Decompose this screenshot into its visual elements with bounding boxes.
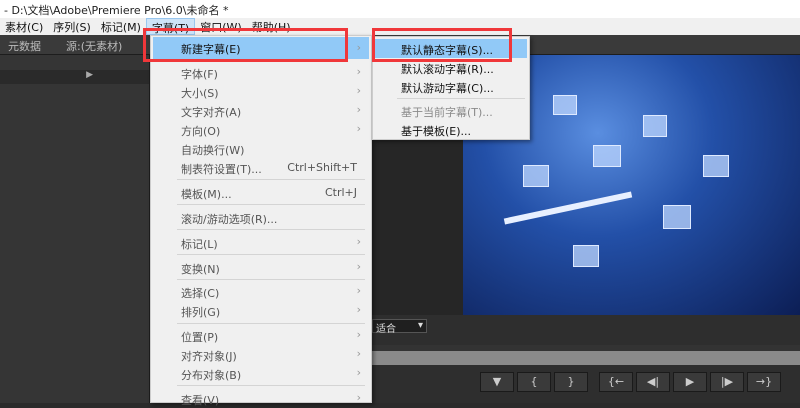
label: 滚动/游动选项(R)... (181, 213, 278, 226)
label: 大小(S) (181, 87, 219, 100)
mark-out-button[interactable]: } (554, 372, 588, 392)
shortcut: Ctrl+Shift+T (287, 161, 357, 174)
label: 模板(M)... (181, 188, 232, 201)
label: 自动换行(W) (181, 144, 245, 157)
chevron-right-icon: › (356, 103, 361, 116)
separator (177, 323, 365, 324)
chevron-right-icon: › (356, 260, 361, 273)
submenu-item-default-crawl[interactable]: 默认游动字幕(C)... (375, 77, 527, 96)
menu-item-select[interactable]: 选择(C) › (153, 282, 369, 301)
chevron-right-icon: › (356, 328, 361, 341)
menu-item-templates[interactable]: 模板(M)... Ctrl+J (153, 183, 369, 202)
chevron-right-icon: › (356, 84, 361, 97)
separator (177, 279, 365, 280)
chevron-right-icon: › (356, 235, 361, 248)
add-marker-button[interactable]: ▼ (480, 372, 514, 392)
fit-select[interactable]: 适合 ▾ (372, 319, 427, 335)
play-button[interactable]: ▶ (673, 372, 707, 392)
panel-expand-icon[interactable]: ▶ (0, 70, 149, 84)
chevron-right-icon: › (356, 347, 361, 360)
menu-item-font[interactable]: 字体(F) › (153, 63, 369, 82)
step-forward-button[interactable]: |▶ (710, 372, 744, 392)
menu-item-tab-stops[interactable]: 制表符设置(T)... Ctrl+Shift+T (153, 158, 369, 177)
transport-controls: ▼ { } {← ◀| ▶ |▶ →} (480, 372, 781, 394)
chevron-right-icon: › (356, 65, 361, 78)
mark-in-button[interactable]: { (517, 372, 551, 392)
menu-item-transform[interactable]: 变换(N) › (153, 258, 369, 277)
label: 查看(V) (181, 394, 220, 407)
fit-label: 适合 (376, 324, 396, 335)
label: 变换(N) (181, 263, 220, 276)
arrow-graphic (503, 191, 633, 225)
separator (177, 254, 365, 255)
annotation-box-new-title (143, 28, 348, 62)
tab-source[interactable]: 源:(无素材) (66, 38, 122, 54)
label: 制表符设置(T)... (181, 163, 262, 176)
menu-item-position[interactable]: 位置(P) › (153, 326, 369, 345)
menu-item-align-objects[interactable]: 对齐对象(J) › (153, 345, 369, 364)
label: 文字对齐(A) (181, 106, 242, 119)
chevron-right-icon: › (356, 366, 361, 379)
annotation-box-default-still (372, 28, 512, 62)
separator (177, 179, 365, 180)
separator (177, 204, 365, 205)
step-back-button[interactable]: ◀| (636, 372, 670, 392)
menu-item-align[interactable]: 文字对齐(A) › (153, 101, 369, 120)
title-bar: - D:\文档\Adobe\Premiere Pro\6.0\未命名 * (0, 0, 800, 18)
go-to-in-button[interactable]: {← (599, 372, 633, 392)
separator (397, 98, 525, 99)
label: 分布对象(B) (181, 369, 242, 382)
menu-clip[interactable]: 素材(C) (0, 18, 48, 35)
separator (177, 385, 365, 386)
submenu-item-based-on-current: 基于当前字幕(T)... (401, 106, 493, 119)
menu-item-word-wrap[interactable]: 自动换行(W) (153, 139, 369, 158)
label: 位置(P) (181, 331, 219, 344)
menu-item-view[interactable]: 查看(V) › (153, 389, 369, 408)
go-to-out-button[interactable]: →} (747, 372, 781, 392)
chevron-right-icon: › (356, 284, 361, 297)
menu-item-size[interactable]: 大小(S) › (153, 82, 369, 101)
menu-item-logo[interactable]: 标记(L) › (153, 233, 369, 252)
label: 选择(C) (181, 287, 220, 300)
chevron-right-icon: › (356, 303, 361, 316)
tab-metadata[interactable]: 元数据 (8, 38, 41, 54)
menu-item-arrange[interactable]: 排列(G) › (153, 301, 369, 320)
title-menu-dropdown: 新建字幕(E) › 字体(F) › 大小(S) › 文字对齐(A) › 方向(O) › 自… (150, 35, 372, 407)
label: 方向(O) (181, 125, 221, 138)
timeline-ruler[interactable] (372, 345, 800, 365)
shortcut: Ctrl+J (324, 186, 357, 199)
label: 对齐对象(J) (181, 350, 237, 363)
submenu-item-based-on-template[interactable]: 基于模板(E)... (375, 120, 527, 139)
menu-sequence[interactable]: 序列(S) (48, 18, 96, 35)
label: 标记(L) (181, 238, 218, 251)
separator (177, 229, 365, 230)
chevron-right-icon: › (356, 122, 361, 135)
menu-item-orientation[interactable]: 方向(O) › (153, 120, 369, 139)
left-panel: ▶ (0, 55, 150, 403)
menu-marker[interactable]: 标记(M) (96, 18, 146, 35)
label: 字体(F) (181, 68, 218, 81)
dropdown-arrow-icon: ▾ (417, 320, 423, 331)
menu-item-roll-crawl[interactable]: 滚动/游动选项(R)... (153, 208, 369, 227)
chevron-right-icon: › (356, 41, 361, 54)
chevron-right-icon: › (356, 391, 361, 404)
menu-item-distribute[interactable]: 分布对象(B) › (153, 364, 369, 383)
window-title: - D:\文档\Adobe\Premiere Pro\6.0\未命名 * (4, 4, 229, 17)
label: 排列(G) (181, 306, 221, 319)
